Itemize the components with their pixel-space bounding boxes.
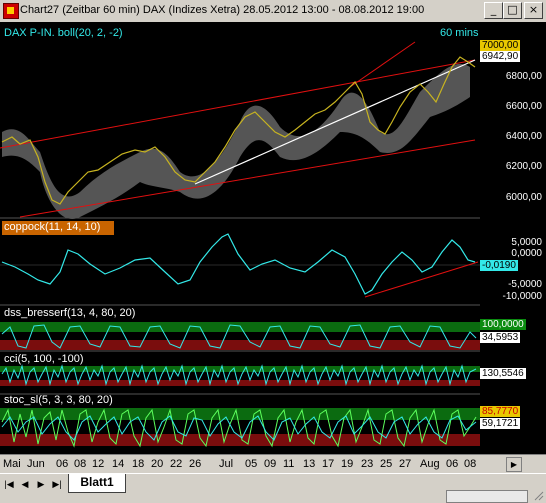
price-tag-last: 6942,90: [480, 51, 521, 62]
x-tick: 18: [132, 458, 145, 470]
x-tick: 09: [264, 458, 277, 470]
scroll-right-icon[interactable]: ▶: [506, 457, 522, 472]
x-tick: 20: [151, 458, 164, 470]
x-tick: 06: [446, 458, 459, 470]
minimize-button[interactable]: _: [484, 2, 503, 19]
scale-coppock-2: -5,0000: [508, 279, 542, 290]
x-tick: 12: [92, 458, 105, 470]
x-tick: 11: [283, 458, 295, 470]
chart-canvas[interactable]: [0, 22, 546, 454]
coppock-trend-line: [364, 261, 479, 298]
x-tick: 19: [341, 458, 354, 470]
sheet-tab-bar: |◀ ◀ ▶ ▶| Blatt1: [0, 473, 546, 503]
x-tick: Mai: [3, 458, 21, 470]
stoc-value-tag-last: 59,1721: [480, 418, 521, 429]
close-button[interactable]: ×: [524, 2, 543, 19]
x-tick: 13: [303, 458, 316, 470]
x-tick: 25: [380, 458, 393, 470]
window-title: Chart27 (Zeitbar 60 min) DAX (Indizes Xe…: [20, 4, 425, 16]
scale-main-3: 6200,00: [505, 161, 542, 172]
main-panel-label: DAX P-IN. boll(20, 2, -2): [4, 27, 123, 39]
maximize-button[interactable]: □: [503, 2, 522, 19]
coppock-panel: [0, 233, 480, 298]
time-axis: Mai Jun 06 08 12 14 18 20 22 26 Jul 05 0…: [0, 454, 546, 473]
cci-label: cci(5, 100, -100): [4, 353, 84, 365]
dss-value-tag-upper: 100,0000: [480, 319, 526, 330]
x-tick: 08: [464, 458, 477, 470]
x-tick: 05: [245, 458, 258, 470]
cci-value-tag: 130,5546: [480, 368, 526, 379]
stoc-upper-zone: [0, 408, 480, 420]
last-sheet-icon[interactable]: ▶|: [50, 477, 64, 491]
x-tick: Jul: [219, 458, 234, 470]
scale-coppock-1: 0,0000: [511, 248, 542, 259]
x-tick: 27: [399, 458, 412, 470]
scale-main-4: 6000,00: [505, 192, 542, 203]
scale-coppock-0: 5,0000: [511, 237, 542, 248]
x-tick: 26: [189, 458, 202, 470]
coppock-value-tag: -0,0190: [480, 260, 518, 271]
scale-main-2: 6400,00: [505, 131, 542, 142]
dss-lower-zone: [0, 340, 480, 350]
dss-label: dss_bresserf(13, 4, 80, 20): [4, 307, 136, 319]
chart-area[interactable]: DAX P-IN. boll(20, 2, -2) 60 mins 7000,0…: [0, 22, 546, 454]
cci-lower-zone: [0, 380, 480, 386]
stoc-lower-zone: [0, 434, 480, 446]
sheet-tab-blatt1[interactable]: Blatt1: [68, 474, 126, 493]
title-bar: Chart27 (Zeitbar 60 min) DAX (Indizes Xe…: [0, 0, 546, 23]
size-grip-icon[interactable]: [532, 489, 544, 501]
horizontal-scrollbar[interactable]: [446, 490, 528, 503]
prev-sheet-icon[interactable]: ◀: [18, 477, 32, 491]
stoc-label: stoc_sl(5, 3, 3, 80, 20): [4, 394, 113, 406]
first-sheet-icon[interactable]: |◀: [2, 477, 16, 491]
x-tick: 06: [56, 458, 69, 470]
price-tag-upper: 7000,00: [480, 40, 521, 51]
x-tick: 08: [74, 458, 87, 470]
coppock-label: coppock(11, 14, 10): [4, 221, 101, 233]
x-tick: Jun: [27, 458, 45, 470]
main-price-panel: [0, 41, 476, 219]
dss-value-tag-last: 34,5953: [480, 332, 521, 343]
channel-lower-line: [19, 139, 476, 218]
interval-label: 60 mins: [440, 27, 479, 39]
x-tick: 23: [361, 458, 374, 470]
stoc-panel: [0, 408, 480, 448]
x-tick: 22: [170, 458, 183, 470]
cci-panel: [0, 364, 480, 386]
x-tick: 14: [112, 458, 125, 470]
bollinger-band: [2, 63, 470, 219]
x-tick: Aug: [420, 458, 440, 470]
dss-panel: [0, 322, 480, 350]
scale-coppock-3: -10,0000: [502, 291, 542, 302]
cci-upper-zone: [0, 366, 480, 372]
scale-main-0: 6800,00: [505, 71, 542, 82]
app-icon: [3, 3, 19, 19]
trendline: [194, 59, 476, 185]
channel-ray-line: [349, 41, 416, 88]
stoc-value-tag-upper: 85,7770: [480, 406, 521, 417]
next-sheet-icon[interactable]: ▶: [34, 477, 48, 491]
x-tick: 17: [322, 458, 335, 470]
scale-main-1: 6600,00: [505, 101, 542, 112]
